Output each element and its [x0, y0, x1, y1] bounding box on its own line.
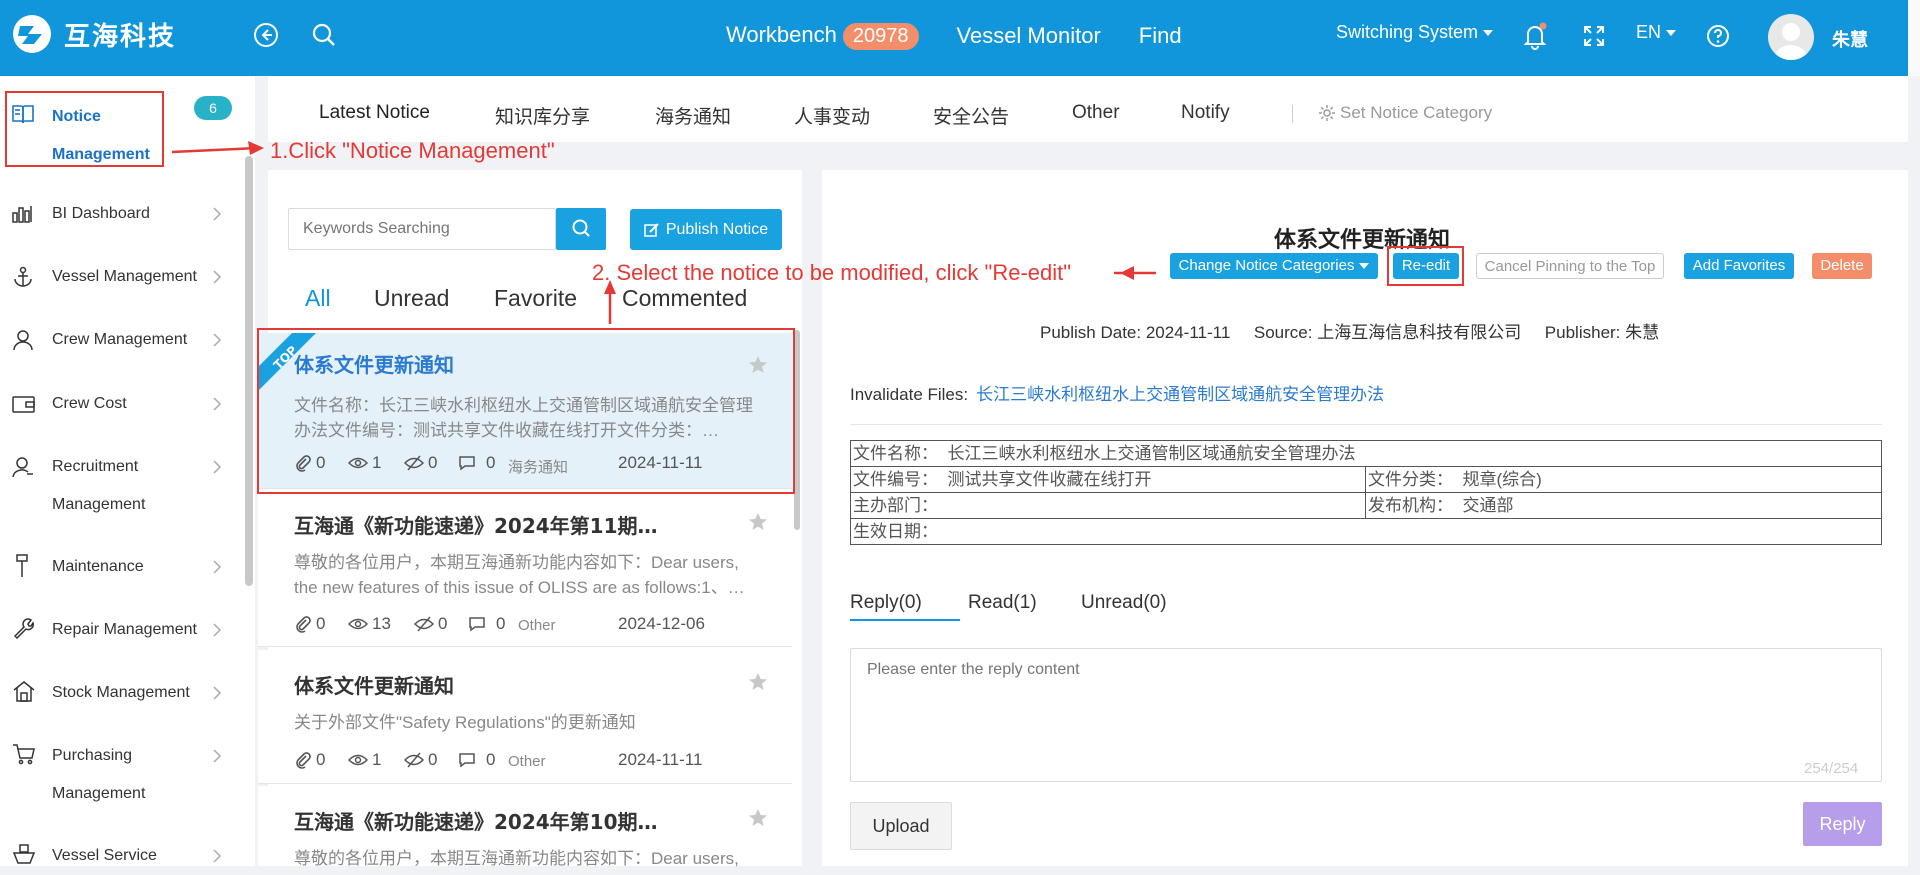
annotation-step2: 2. Select the notice to be modified, cli… — [592, 260, 1072, 285]
annotation-step1: 1.Click "Notice Management" — [270, 138, 555, 163]
annotation-arrows — [171, 141, 1156, 324]
